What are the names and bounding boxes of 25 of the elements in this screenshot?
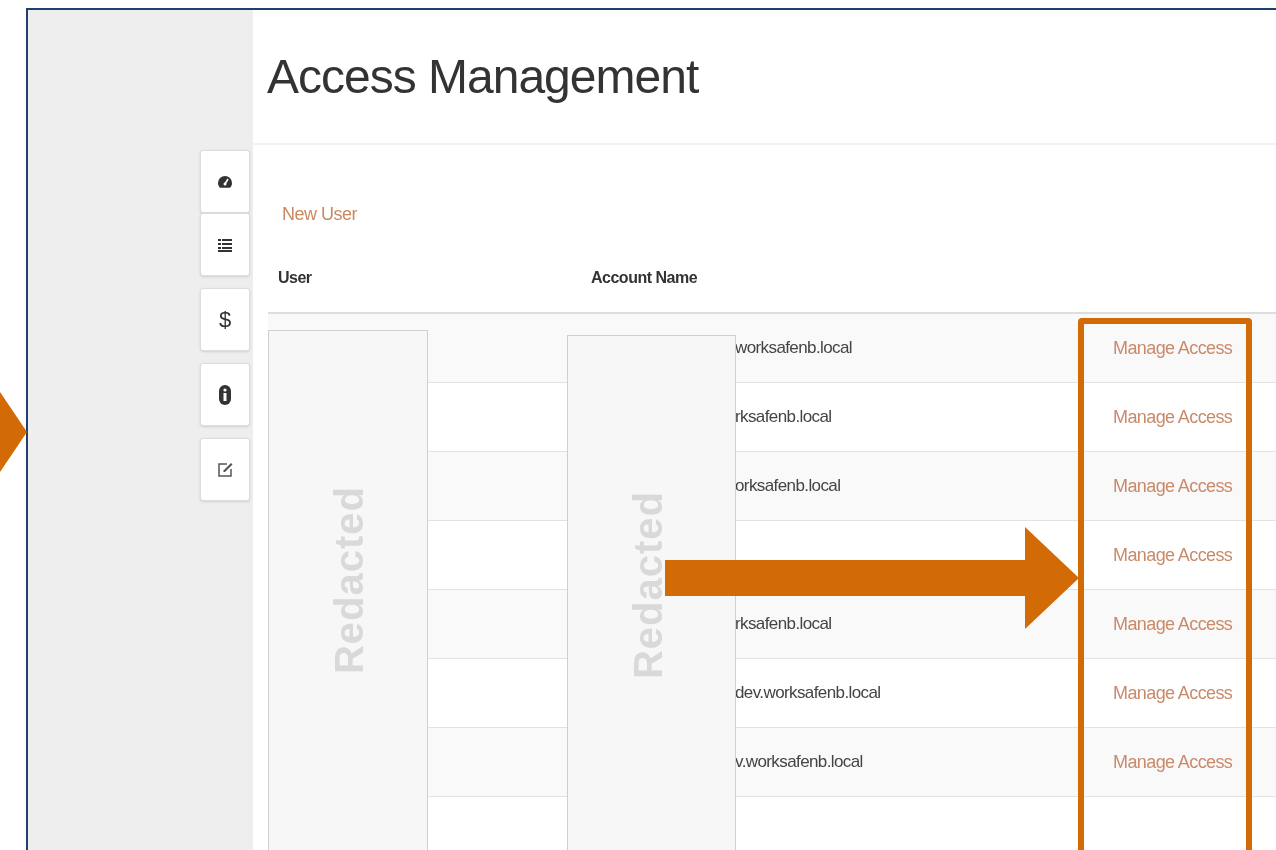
dashboard-icon bbox=[217, 173, 233, 190]
manage-access-link[interactable]: Manage Access bbox=[1113, 751, 1233, 772]
sidebar-button[interactable] bbox=[200, 363, 250, 426]
table-cell: v.worksafenb.local bbox=[735, 752, 863, 772]
manage-access-link[interactable]: Manage Access bbox=[1113, 337, 1233, 358]
manage-access-link[interactable]: Manage Access bbox=[1113, 475, 1233, 496]
info-icon bbox=[219, 384, 231, 405]
table-cell: rksafenb.local bbox=[735, 614, 832, 634]
column-header: User bbox=[278, 269, 312, 286]
sidebar-button[interactable]: $ bbox=[200, 288, 250, 351]
table-cell: dev.worksafenb.local bbox=[735, 683, 881, 703]
column-header: Account Name bbox=[591, 269, 698, 286]
table-cell: worksafenb.local bbox=[735, 338, 853, 358]
manage-access-link[interactable]: Manage Access bbox=[1113, 682, 1233, 703]
new-user-link[interactable]: New User bbox=[282, 204, 357, 225]
edit-icon bbox=[217, 461, 233, 478]
sidebar-button[interactable] bbox=[200, 150, 250, 213]
list-icon bbox=[218, 237, 232, 252]
table-cell: rksafenb.local bbox=[735, 407, 832, 427]
page-title: Access Management bbox=[267, 52, 699, 101]
sidebar-button[interactable] bbox=[200, 213, 250, 276]
manage-access-link[interactable]: Manage Access bbox=[1113, 613, 1233, 634]
table-cell: orksafenb.local bbox=[735, 476, 841, 496]
manage-access-link[interactable]: Manage Access bbox=[1113, 406, 1233, 427]
manage-access-link[interactable]: Manage Access bbox=[1113, 544, 1233, 565]
